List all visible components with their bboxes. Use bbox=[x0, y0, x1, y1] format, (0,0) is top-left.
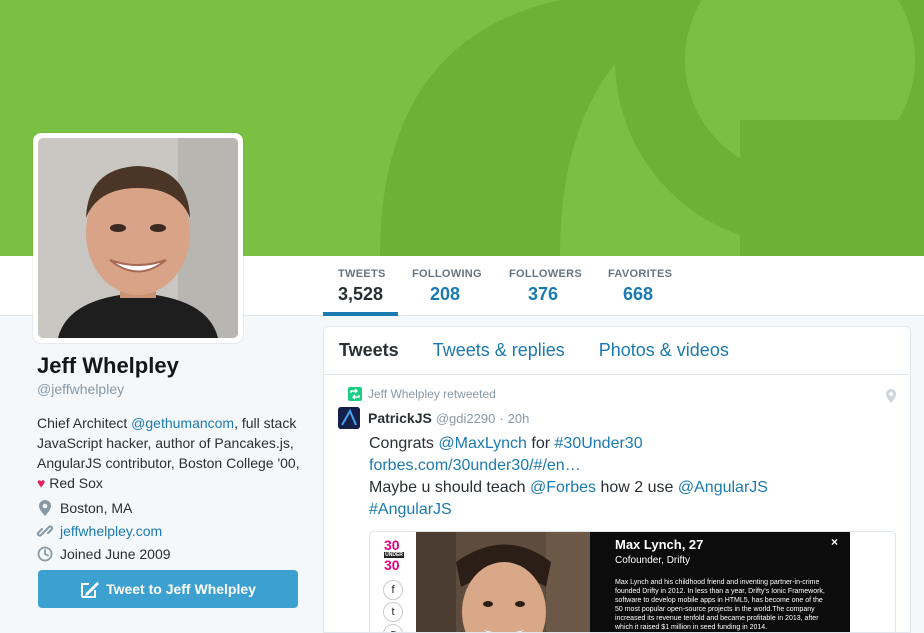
stat-following[interactable]: FOLLOWING 208 bbox=[412, 268, 482, 316]
tab-tweets-replies[interactable]: Tweets & replies bbox=[433, 340, 565, 361]
tweet-to-label: Tweet to Jeff Whelpley bbox=[106, 581, 256, 597]
mention-link[interactable]: @MaxLynch bbox=[438, 435, 527, 452]
tab-tweets[interactable]: Tweets bbox=[339, 340, 399, 361]
author-avatar[interactable] bbox=[338, 407, 360, 429]
tweet-text-part: for bbox=[526, 435, 555, 452]
card-subtitle: Cofounder, Drifty bbox=[615, 555, 691, 566]
media-photo bbox=[416, 532, 590, 632]
tweet-text-part: Maybe u should teach bbox=[369, 479, 530, 496]
map-marker-icon bbox=[37, 499, 53, 516]
media-caption-card: Max Lynch, 27 Cofounder, Drifty Max Lync… bbox=[590, 532, 850, 632]
facebook-icon[interactable]: f bbox=[383, 580, 403, 600]
tweet-header: PatrickJS @gdi2290 · 20h bbox=[338, 407, 896, 429]
retweet-icon bbox=[348, 387, 362, 401]
stat-value: 208 bbox=[430, 284, 461, 304]
location-text: Boston, MA bbox=[60, 499, 133, 516]
tweet-text: Congrats @MaxLynch for #30Under30 forbes… bbox=[369, 433, 896, 521]
mention-link[interactable]: @Forbes bbox=[530, 479, 596, 496]
website-link[interactable]: jeffwhelpley.com bbox=[60, 523, 162, 539]
hashtag-link[interactable]: #AngularJS bbox=[369, 501, 452, 518]
tweet-text-part: Congrats bbox=[369, 435, 439, 452]
compose-icon bbox=[81, 582, 100, 598]
stat-label: TWEETS bbox=[338, 268, 386, 280]
google-plus-icon[interactable]: g bbox=[383, 624, 403, 632]
joined-text: Joined June 2009 bbox=[60, 545, 171, 562]
logo-bot: 30 bbox=[384, 557, 400, 573]
bio-text: Chief Architect bbox=[37, 415, 132, 431]
card-title: Max Lynch, 27 bbox=[615, 537, 704, 552]
close-icon[interactable]: × bbox=[831, 535, 838, 549]
stat-tweets[interactable]: TWEETS 3,528 bbox=[323, 268, 398, 316]
retweet-context: Jeff Whelpley retweeted bbox=[348, 387, 896, 401]
avatar-photo bbox=[38, 138, 238, 338]
stat-label: FAVORITES bbox=[608, 268, 673, 280]
stat-label: FOLLOWERS bbox=[509, 268, 582, 280]
link-icon bbox=[37, 523, 53, 539]
stat-value: 668 bbox=[623, 284, 654, 304]
author-handle[interactable]: @gdi2290 bbox=[436, 411, 495, 426]
tweet-timestamp[interactable]: 20h bbox=[508, 411, 530, 426]
stat-value: 376 bbox=[528, 284, 559, 304]
profile-joined: Joined June 2009 bbox=[37, 545, 307, 562]
stat-favorites[interactable]: FAVORITES 668 bbox=[608, 268, 672, 316]
profile-name[interactable]: Jeff Whelpley bbox=[37, 352, 307, 380]
forbes-30-logo: 30 UNDER 30 bbox=[384, 538, 404, 572]
profile-bio: Chief Architect @gethumancom, full stack… bbox=[37, 413, 307, 493]
profile-handle[interactable]: @jeffwhelpley bbox=[37, 381, 307, 397]
profile-card: Jeff Whelpley @jeffwhelpley Chief Archit… bbox=[37, 352, 307, 562]
mention-link[interactable]: @AngularJS bbox=[678, 479, 768, 496]
timeline: Tweets Tweets & replies Photos & videos … bbox=[323, 326, 911, 633]
bio-text: Red Sox bbox=[45, 475, 103, 491]
profile-website: jeffwhelpley.com bbox=[37, 522, 307, 539]
stat-value: 3,528 bbox=[338, 284, 384, 304]
tweet-to-button[interactable]: Tweet to Jeff Whelpley bbox=[38, 570, 298, 608]
author-name[interactable]: PatrickJS bbox=[368, 410, 432, 426]
location-pin-icon[interactable] bbox=[886, 389, 896, 408]
logo-top: 30 bbox=[384, 537, 400, 553]
twitter-icon[interactable]: t bbox=[383, 602, 403, 622]
card-body: Max Lynch and his childhood friend and i… bbox=[615, 579, 825, 631]
bio-mention-link[interactable]: @gethumancom bbox=[131, 415, 234, 431]
tab-photos-videos[interactable]: Photos & videos bbox=[599, 340, 729, 361]
retweeted-by[interactable]: Jeff Whelpley retweeted bbox=[368, 387, 496, 401]
tweet-item[interactable]: Jeff Whelpley retweeted PatrickJS @gdi22… bbox=[324, 375, 910, 632]
tweet-media[interactable]: 30 UNDER 30 f t g Max Ly bbox=[369, 531, 896, 632]
calendar-icon bbox=[37, 546, 53, 562]
hashtag-link[interactable]: #30Under30 bbox=[555, 435, 643, 452]
stat-followers[interactable]: FOLLOWERS 376 bbox=[509, 268, 582, 316]
stat-label: FOLLOWING bbox=[412, 268, 482, 280]
profile-avatar[interactable] bbox=[33, 133, 243, 343]
timeline-tabs: Tweets Tweets & replies Photos & videos bbox=[324, 327, 910, 375]
tweet-text-part: how 2 use bbox=[596, 479, 678, 496]
separator-dot: · bbox=[499, 410, 504, 426]
url-link[interactable]: forbes.com/30under30/#/en… bbox=[369, 457, 581, 474]
profile-location: Boston, MA bbox=[37, 499, 307, 516]
